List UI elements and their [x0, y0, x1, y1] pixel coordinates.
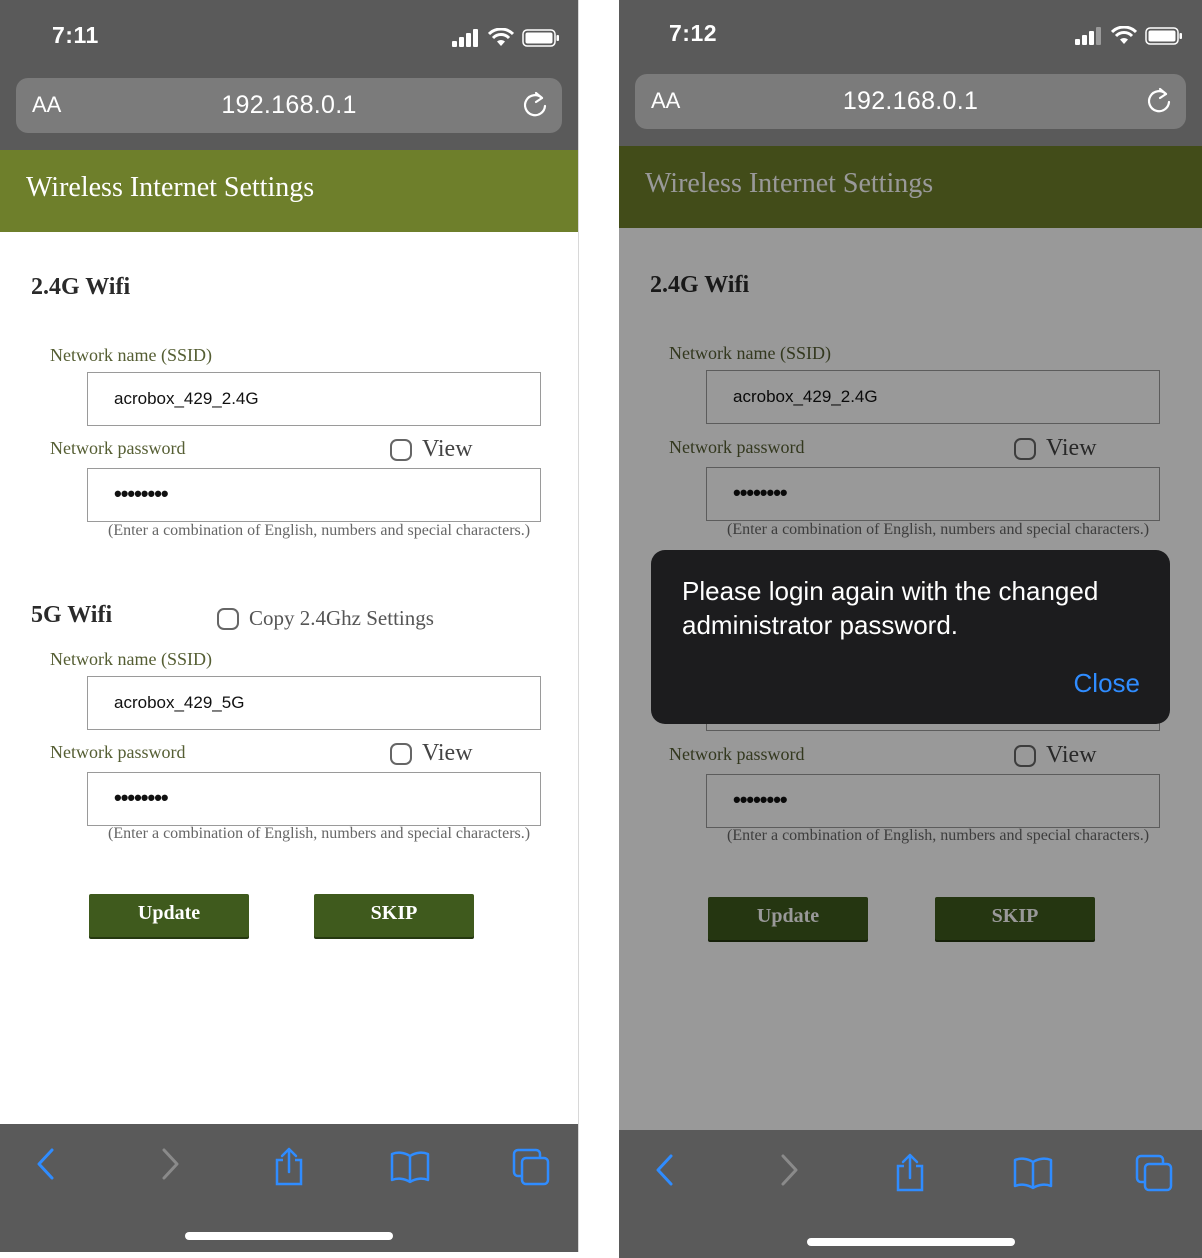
- alert-dialog: Please login again with the changed admi…: [651, 550, 1170, 724]
- copy-settings-toggle[interactable]: Copy 2.4Ghz Settings: [217, 606, 434, 631]
- copy-settings-checkbox[interactable]: [217, 607, 239, 630]
- password-input-5g[interactable]: ••••••••: [87, 772, 541, 826]
- ssid-value-24g: acrobox_429_2.4G: [114, 389, 259, 408]
- ssid-input-5g[interactable]: acrobox_429_5G: [87, 676, 541, 730]
- browser-toolbar: [619, 1130, 1202, 1258]
- status-time: 7:12: [669, 20, 718, 46]
- address-bar[interactable]: AA 192.168.0.1: [635, 74, 1186, 129]
- battery-icon: [1145, 26, 1182, 45]
- alert-message: Please login again with the changed admi…: [682, 576, 1099, 640]
- wifi-icon: [1111, 26, 1137, 44]
- url-text[interactable]: 192.168.0.1: [635, 87, 1186, 116]
- password-hint-5g: (Enter a combination of English, numbers…: [108, 825, 531, 842]
- battery-icon: [522, 28, 559, 47]
- share-icon[interactable]: [893, 1152, 927, 1192]
- section-title-24g: 2.4G Wifi: [31, 274, 131, 300]
- close-button[interactable]: Close: [1074, 668, 1140, 699]
- skip-button[interactable]: SKIP: [314, 894, 474, 937]
- address-bar-area: AA 192.168.0.1: [619, 62, 1202, 146]
- password-label-24g: Network password: [50, 438, 186, 458]
- view-toggle-24g[interactable]: View: [390, 436, 473, 463]
- status-icons: [1075, 26, 1183, 45]
- password-label-5g: Network password: [50, 742, 186, 762]
- view-checkbox-24g[interactable]: [390, 438, 412, 461]
- signal-icon: [452, 28, 478, 47]
- url-text[interactable]: 192.168.0.1: [16, 91, 562, 120]
- back-icon[interactable]: [34, 1146, 58, 1182]
- view-label-24g: View: [422, 436, 473, 462]
- section-title-5g: 5G Wifi: [31, 602, 113, 628]
- status-icons: [452, 28, 560, 47]
- home-indicator: [806, 1238, 1015, 1246]
- status-bar: 7:11: [0, 0, 578, 66]
- tabs-icon[interactable]: [1135, 1152, 1175, 1192]
- ssid-label-24g: Network name (SSID): [50, 345, 212, 365]
- share-icon[interactable]: [272, 1146, 306, 1186]
- password-hint-24g: (Enter a combination of English, numbers…: [108, 522, 531, 539]
- ssid-label-5g: Network name (SSID): [50, 649, 212, 669]
- browser-toolbar: [0, 1124, 578, 1252]
- ssid-value-5g: acrobox_429_5G: [114, 693, 245, 712]
- password-value-24g: ••••••••: [114, 481, 169, 506]
- reload-icon[interactable]: [520, 90, 550, 120]
- bookmarks-icon[interactable]: [390, 1146, 430, 1186]
- password-value-5g: ••••••••: [114, 785, 169, 810]
- ssid-input-24g[interactable]: acrobox_429_2.4G: [87, 372, 541, 426]
- phone-screen-right: 7:12 AA 192.168.0.1 Wireless Internet Se…: [619, 0, 1202, 1258]
- update-button[interactable]: Update: [89, 894, 249, 937]
- home-indicator: [185, 1232, 393, 1240]
- phone-screen-left: 7:11 AA 192.168.0.1 Wireless Internet Se…: [0, 0, 579, 1252]
- forward-icon[interactable]: [777, 1152, 801, 1188]
- signal-icon: [1075, 26, 1101, 45]
- address-bar-area: AA 192.168.0.1: [0, 66, 578, 150]
- view-checkbox-5g[interactable]: [390, 742, 412, 765]
- view-toggle-5g[interactable]: View: [390, 740, 473, 767]
- address-bar[interactable]: AA 192.168.0.1: [16, 78, 562, 133]
- view-label-5g: View: [422, 740, 473, 766]
- page-content: Wireless Internet Settings 2.4G Wifi Net…: [0, 150, 578, 1124]
- page-title: Wireless Internet Settings: [26, 172, 315, 203]
- status-time: 7:11: [52, 22, 99, 48]
- status-bar: 7:12: [619, 0, 1202, 66]
- tabs-icon[interactable]: [512, 1146, 552, 1186]
- back-icon[interactable]: [653, 1152, 677, 1188]
- password-input-24g[interactable]: ••••••••: [87, 468, 541, 522]
- forward-icon[interactable]: [158, 1146, 182, 1182]
- reload-icon[interactable]: [1144, 86, 1174, 116]
- page-header: Wireless Internet Settings: [0, 150, 578, 232]
- wifi-icon: [488, 28, 514, 46]
- copy-settings-label: Copy 2.4Ghz Settings: [249, 606, 434, 630]
- bookmarks-icon[interactable]: [1013, 1152, 1053, 1192]
